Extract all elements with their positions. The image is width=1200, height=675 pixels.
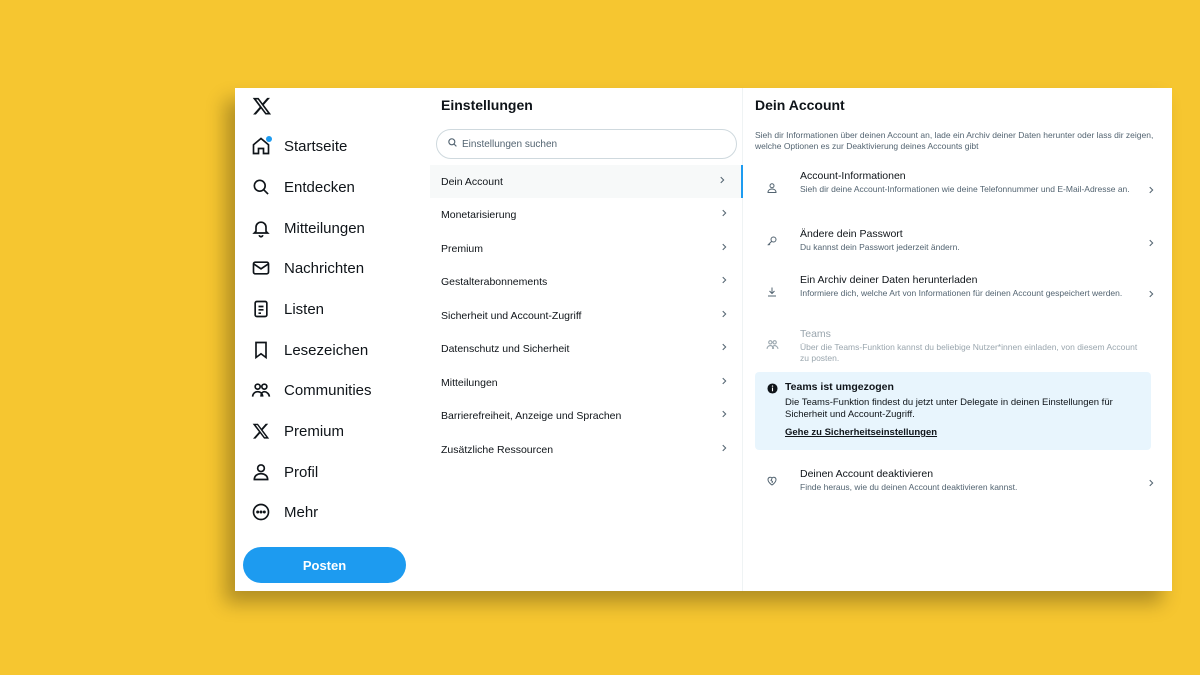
chevron-right-icon bbox=[719, 376, 729, 389]
nav-label: Communities bbox=[284, 381, 372, 399]
account-item-subtitle: Sieh dir deine Account-Informationen wie… bbox=[800, 184, 1130, 194]
nav-item-profile[interactable]: Profil bbox=[251, 458, 318, 486]
user-icon bbox=[764, 180, 780, 196]
settings-item-label: Sicherheit und Account-Zugriff bbox=[441, 309, 582, 322]
nav-label: Entdecken bbox=[284, 178, 355, 196]
list-icon bbox=[251, 299, 271, 319]
more-icon bbox=[251, 502, 271, 522]
settings-item-label: Mitteilungen bbox=[441, 376, 498, 389]
account-column: Dein Account Sieh dir Informationen über… bbox=[744, 88, 1172, 591]
settings-item-label: Premium bbox=[441, 242, 484, 255]
user-icon bbox=[251, 462, 271, 482]
nav-label: Lesezeichen bbox=[284, 341, 369, 359]
settings-item-notifications[interactable]: Mitteilungen bbox=[430, 366, 743, 399]
mail-icon bbox=[251, 258, 271, 278]
nav-label: Mitteilungen bbox=[284, 219, 365, 237]
nav-item-communities[interactable]: Communities bbox=[251, 376, 372, 404]
settings-title: Einstellungen bbox=[441, 97, 533, 113]
account-item-title: Ein Archiv deiner Daten herunterladen bbox=[800, 274, 978, 286]
notification-dot bbox=[266, 136, 272, 142]
chevron-right-icon bbox=[1146, 182, 1156, 200]
teams-icon bbox=[764, 336, 780, 352]
settings-search-input[interactable]: Einstellungen suchen bbox=[436, 129, 737, 159]
chevron-right-icon bbox=[719, 342, 729, 355]
account-item-title: Teams bbox=[800, 328, 831, 340]
account-item-information[interactable]: Account-Informationen Sieh dir deine Acc… bbox=[744, 170, 1172, 210]
settings-item-accessibility[interactable]: Barrierefreiheit, Anzeige und Sprachen bbox=[430, 399, 743, 432]
search-icon bbox=[447, 135, 458, 153]
settings-item-monetization[interactable]: Monetarisierung bbox=[430, 198, 743, 231]
settings-item-your-account[interactable]: Dein Account bbox=[430, 165, 743, 198]
communities-icon bbox=[251, 380, 271, 400]
settings-item-label: Zusätzliche Ressourcen bbox=[441, 443, 554, 456]
search-icon bbox=[251, 177, 271, 197]
nav-label: Profil bbox=[284, 463, 319, 481]
settings-column: Einstellungen Einstellungen suchen Dein … bbox=[430, 88, 743, 591]
account-item-subtitle: Finde heraus, wie du deinen Account deak… bbox=[800, 482, 1018, 492]
nav-item-notifications[interactable]: Mitteilungen bbox=[251, 214, 365, 242]
nav-item-messages[interactable]: Nachrichten bbox=[251, 254, 364, 282]
account-item-title: Ändere dein Passwort bbox=[800, 228, 903, 240]
account-item-subtitle: Über die Teams-Funktion kannst du belieb… bbox=[800, 342, 1138, 363]
settings-item-security[interactable]: Sicherheit und Account-Zugriff bbox=[430, 299, 743, 332]
x-logo-icon[interactable] bbox=[252, 96, 272, 116]
chevron-right-icon bbox=[1146, 235, 1156, 253]
account-item-title: Deinen Account deaktivieren bbox=[800, 468, 934, 480]
nav-label: Startseite bbox=[284, 137, 348, 155]
notice-title: Teams ist umgezogen bbox=[785, 381, 894, 393]
account-item-teams: Teams Über die Teams-Funktion kannst du … bbox=[744, 328, 1172, 364]
x-logo-icon bbox=[251, 421, 271, 441]
settings-item-label: Datenschutz und Sicherheit bbox=[441, 342, 570, 355]
account-item-deactivate[interactable]: Deinen Account deaktivieren Finde heraus… bbox=[744, 468, 1172, 498]
teams-moved-notice: Teams ist umgezogen Die Teams-Funktion f… bbox=[755, 372, 1151, 450]
account-title: Dein Account bbox=[755, 97, 845, 113]
account-item-subtitle: Informiere dich, welche Art von Informat… bbox=[800, 288, 1123, 298]
settings-item-label: Gestalterabonnements bbox=[441, 275, 548, 288]
chevron-right-icon bbox=[719, 409, 729, 422]
primary-nav: Startseite Entdecken Mitteilungen Nachri… bbox=[235, 88, 430, 591]
nav-item-lists[interactable]: Listen bbox=[251, 295, 324, 323]
account-description: Sieh dir Informationen über deinen Accou… bbox=[755, 130, 1154, 151]
settings-item-label: Monetarisierung bbox=[441, 208, 517, 221]
account-item-download-archive[interactable]: Ein Archiv deiner Daten herunterladen In… bbox=[744, 274, 1172, 314]
nav-item-premium[interactable]: Premium bbox=[251, 417, 344, 445]
chevron-right-icon bbox=[719, 242, 729, 255]
chevron-right-icon bbox=[1146, 286, 1156, 304]
nav-label: Nachrichten bbox=[284, 259, 365, 277]
nav-item-explore[interactable]: Entdecken bbox=[251, 173, 355, 201]
chevron-right-icon bbox=[719, 309, 729, 322]
nav-item-more[interactable]: Mehr bbox=[251, 498, 318, 526]
chevron-right-icon bbox=[719, 443, 729, 456]
app-window: Startseite Entdecken Mitteilungen Nachri… bbox=[235, 88, 1172, 591]
account-item-change-password[interactable]: Ändere dein Passwort Du kannst dein Pass… bbox=[744, 228, 1172, 258]
security-settings-link[interactable]: Gehe zu Sicherheitseinstellungen bbox=[785, 427, 937, 438]
nav-item-bookmarks[interactable]: Lesezeichen bbox=[251, 336, 368, 364]
chevron-right-icon bbox=[719, 275, 729, 288]
key-icon bbox=[764, 233, 780, 249]
settings-item-privacy[interactable]: Datenschutz und Sicherheit bbox=[430, 332, 743, 365]
settings-item-creator-subscriptions[interactable]: Gestalterabonnements bbox=[430, 265, 743, 298]
info-icon bbox=[767, 381, 778, 399]
bell-icon bbox=[251, 218, 271, 238]
nav-label: Mehr bbox=[284, 503, 319, 521]
search-placeholder: Einstellungen suchen bbox=[462, 138, 558, 150]
download-icon bbox=[764, 284, 780, 300]
nav-item-home[interactable]: Startseite bbox=[251, 132, 347, 160]
settings-item-additional-resources[interactable]: Zusätzliche Ressourcen bbox=[430, 433, 743, 466]
home-icon bbox=[251, 136, 272, 156]
account-item-subtitle: Du kannst dein Passwort jederzeit ändern… bbox=[800, 242, 960, 252]
nav-label: Listen bbox=[284, 300, 325, 318]
broken-heart-icon bbox=[764, 473, 780, 489]
bookmark-icon bbox=[251, 340, 271, 360]
chevron-right-icon bbox=[717, 175, 727, 188]
settings-item-label: Dein Account bbox=[441, 175, 503, 188]
settings-item-premium[interactable]: Premium bbox=[430, 232, 743, 265]
nav-label: Premium bbox=[284, 422, 345, 440]
settings-item-label: Barrierefreiheit, Anzeige und Sprachen bbox=[441, 409, 622, 422]
chevron-right-icon bbox=[1146, 475, 1156, 493]
account-item-title: Account-Informationen bbox=[800, 170, 906, 182]
post-button[interactable]: Posten bbox=[243, 547, 406, 583]
chevron-right-icon bbox=[719, 208, 729, 221]
notice-body: Die Teams-Funktion findest du jetzt unte… bbox=[785, 397, 1113, 420]
